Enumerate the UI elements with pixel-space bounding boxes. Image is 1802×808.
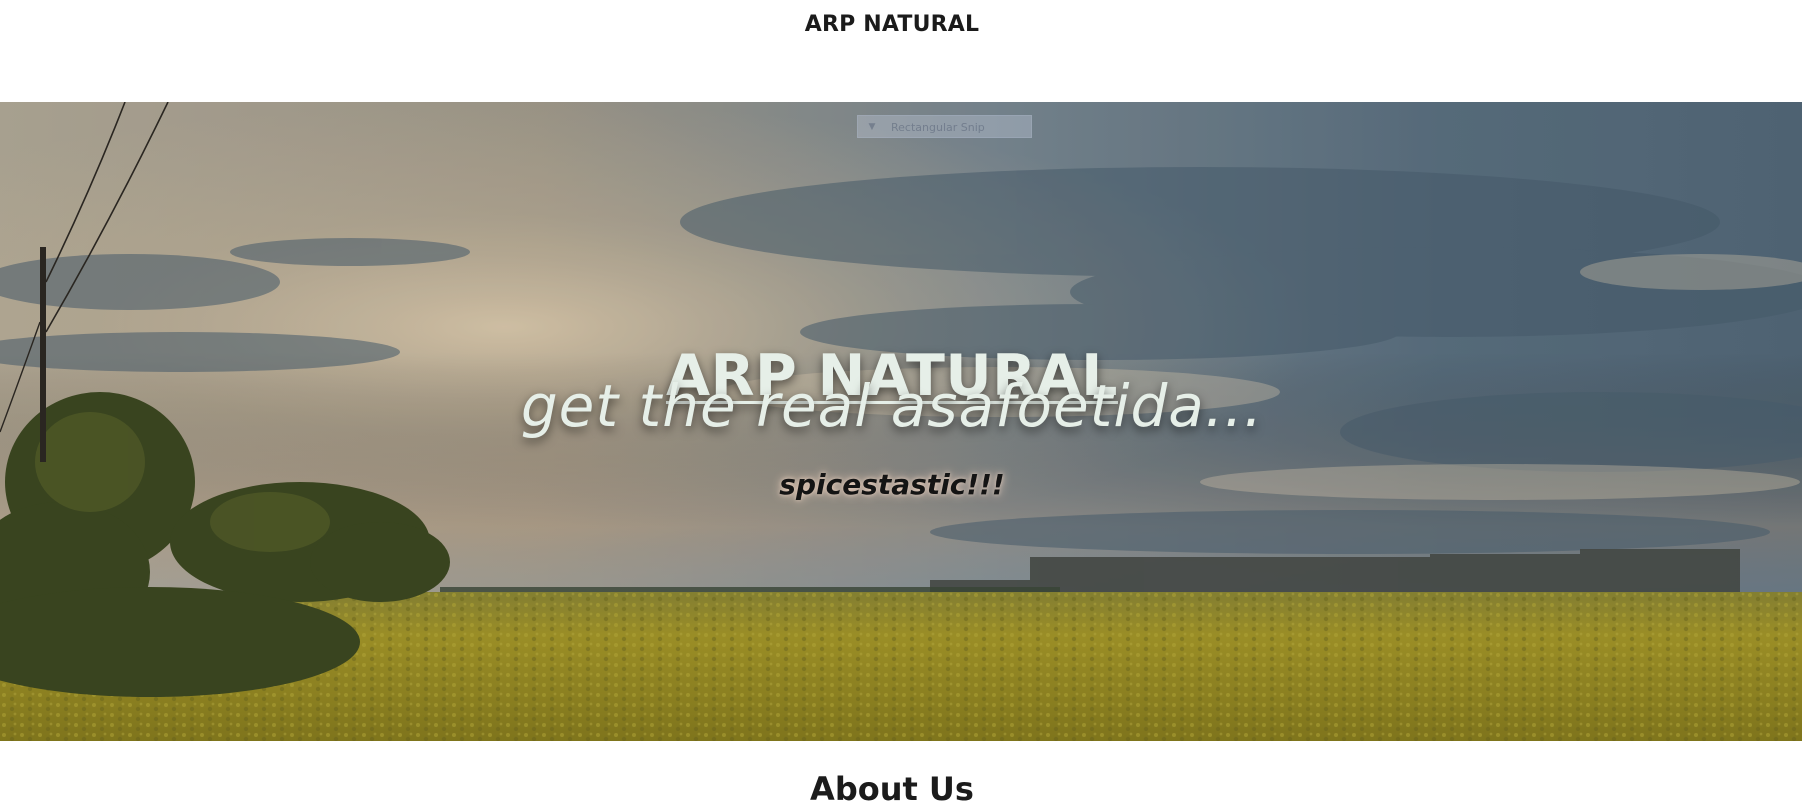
dropdown-arrow-icon: ▼: [868, 122, 876, 132]
about-us-heading: About Us: [810, 770, 974, 808]
site-header: ARP NATURAL: [0, 0, 1802, 102]
snip-label: Rectangular Snip: [891, 121, 985, 134]
brand-link[interactable]: ARP NATURAL: [0, 12, 1784, 37]
hero-subtagline: spicestastic!!!: [779, 468, 1005, 501]
rectangular-snip-overlay[interactable]: ▼ Rectangular Snip: [857, 115, 1032, 138]
hero-tagline: get the real asafoetida...: [520, 372, 1264, 440]
